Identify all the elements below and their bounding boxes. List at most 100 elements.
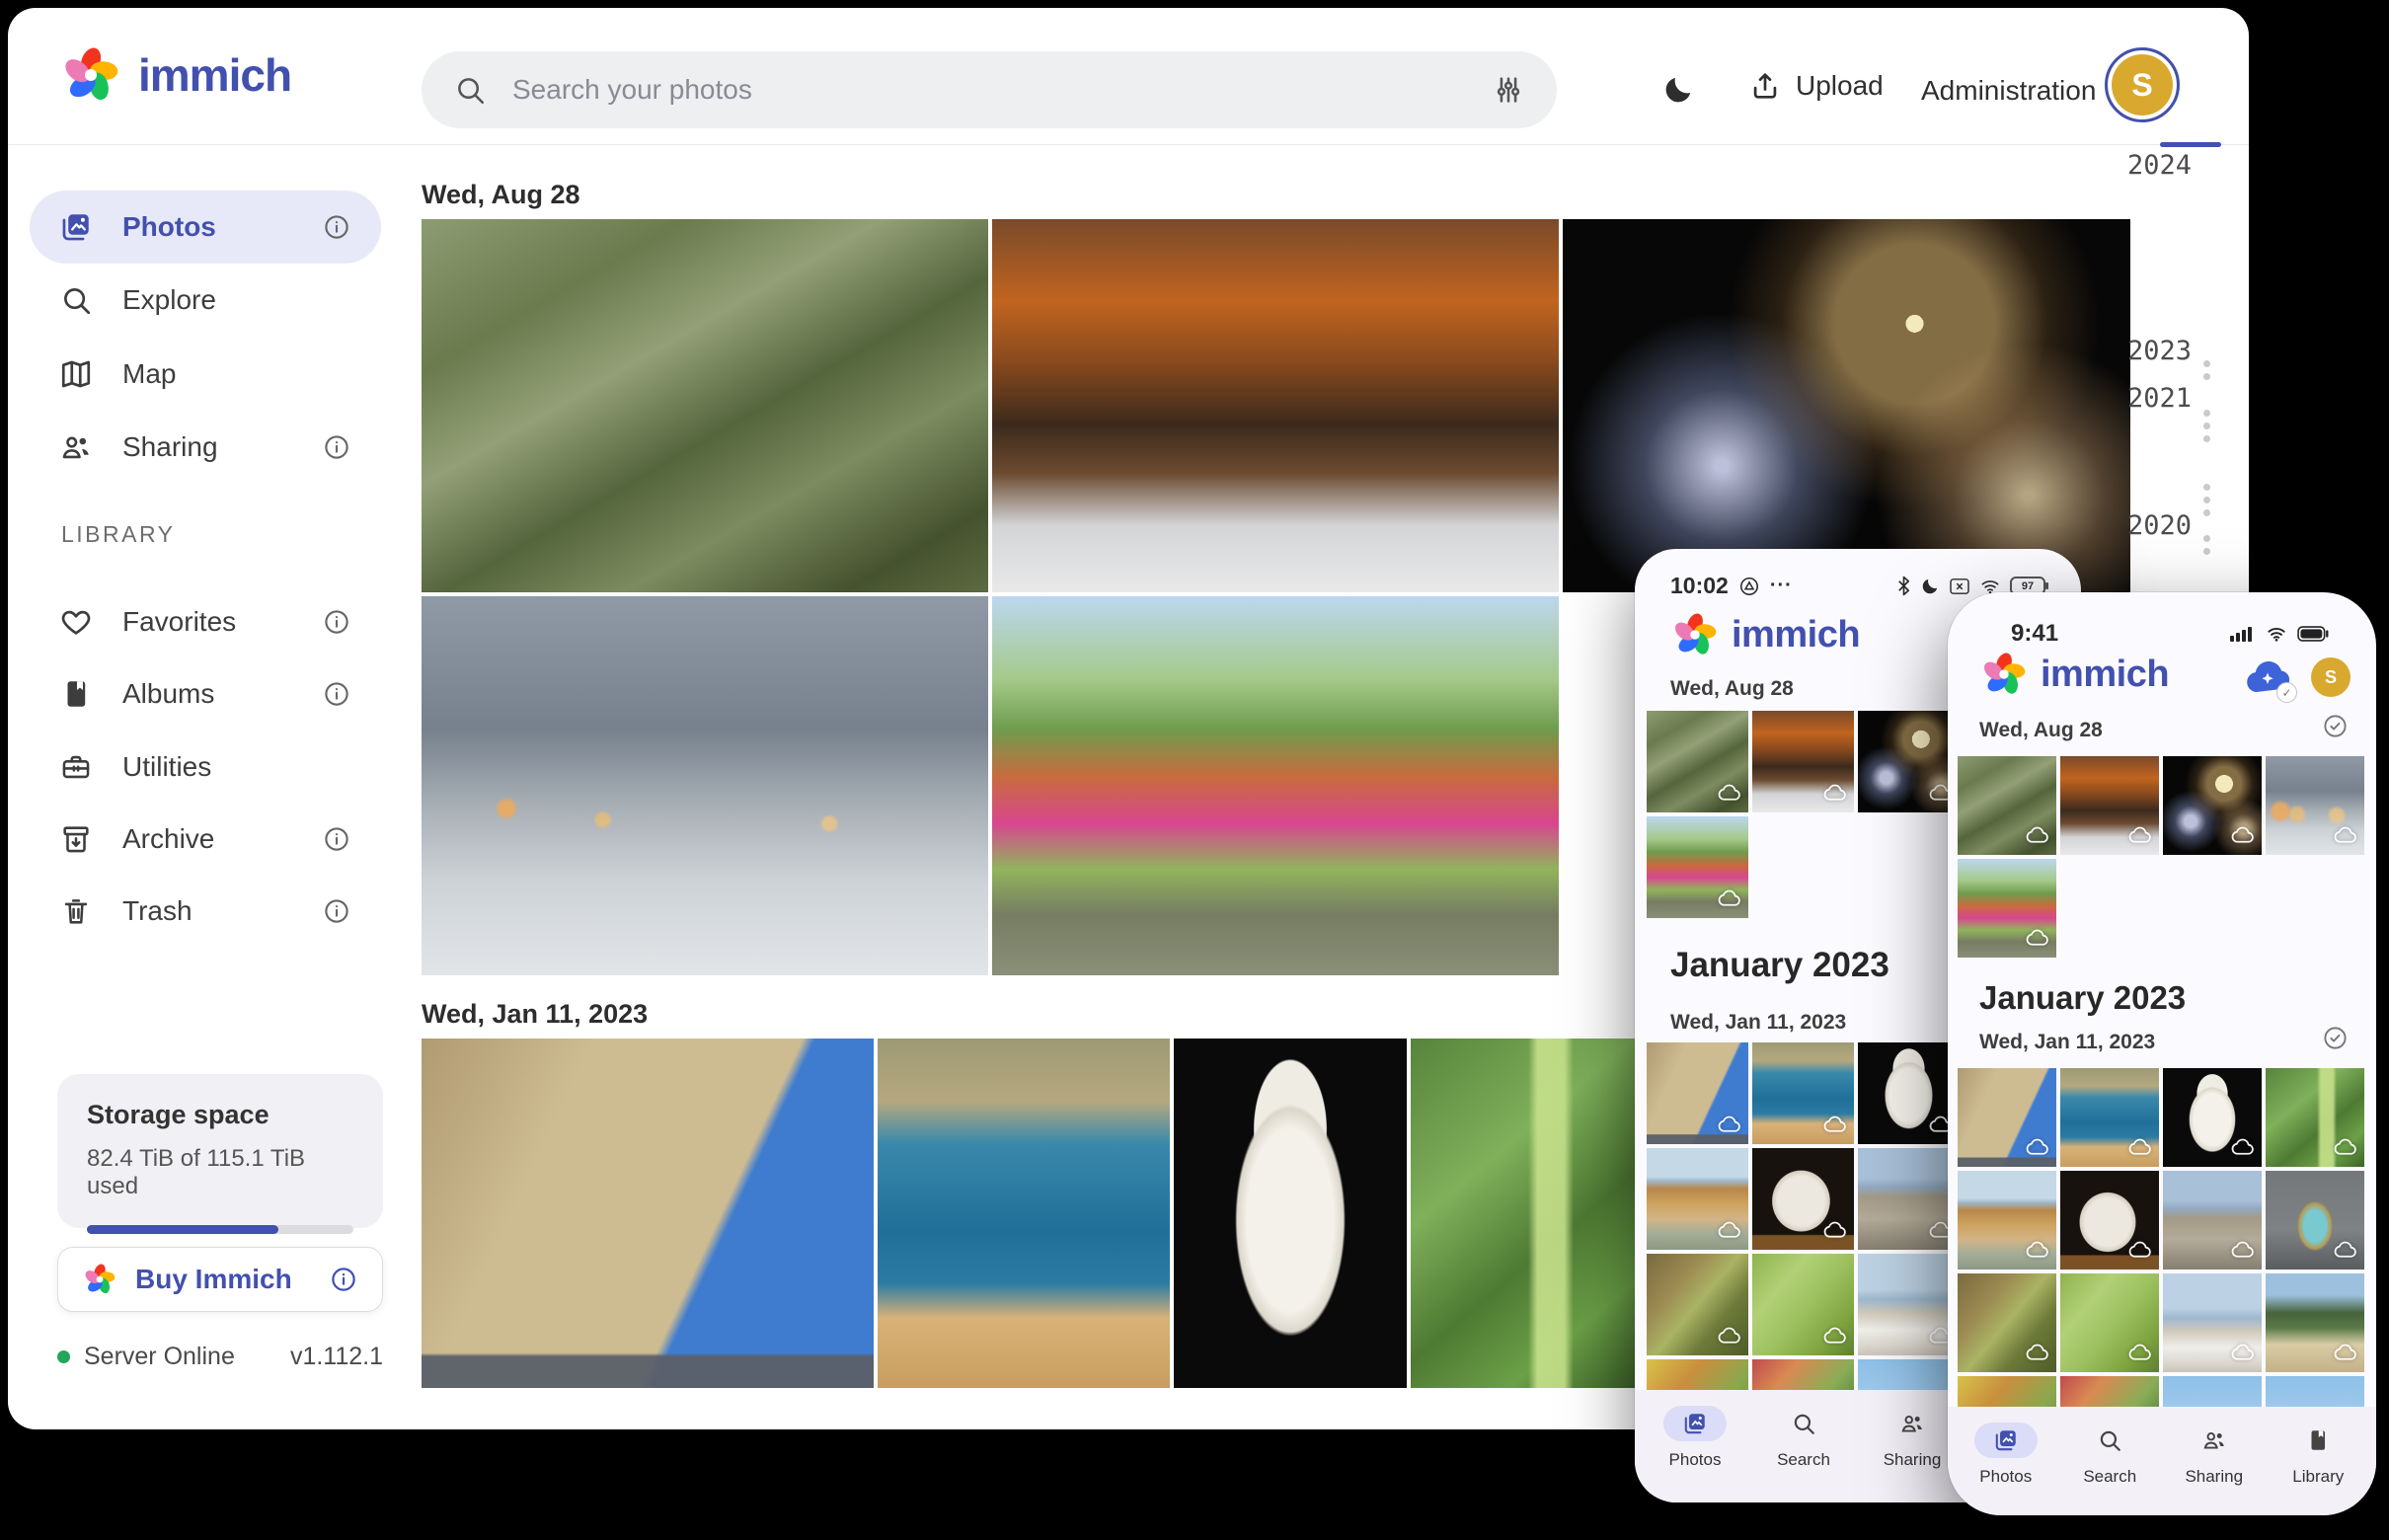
- photo-coast[interactable]: [1752, 1042, 1854, 1144]
- sidebar-item-trash[interactable]: Trash: [30, 875, 381, 948]
- photo-cliff[interactable]: [1958, 1171, 2056, 1270]
- photo-dinner[interactable]: [2060, 756, 2159, 855]
- photo-castle[interactable]: [1958, 1068, 2056, 1167]
- timeline-year-label[interactable]: 2024: [2126, 150, 2192, 181]
- nav-photos[interactable]: Photos: [1641, 1406, 1749, 1502]
- nav-photos[interactable]: Photos: [1954, 1423, 2058, 1515]
- sidebar-item-utilities[interactable]: Utilities: [30, 731, 381, 804]
- sidebar-item-sharing[interactable]: Sharing: [30, 411, 381, 484]
- photo-stone[interactable]: [2060, 1171, 2159, 1270]
- nav-label: Sharing: [1884, 1450, 1942, 1470]
- date-group-header: Wed, Jan 11, 2023: [1670, 1011, 1846, 1035]
- info-icon[interactable]: [322, 212, 351, 242]
- photo-bust[interactable]: [1174, 1039, 1407, 1388]
- photo-fireworks[interactable]: [2163, 756, 2262, 855]
- photo-castle[interactable]: [422, 1039, 874, 1388]
- info-icon[interactable]: [322, 896, 351, 926]
- upload-label: Upload: [1796, 70, 1884, 102]
- photo-lizard2[interactable]: [1752, 1254, 1854, 1355]
- nav-sharing[interactable]: Sharing: [2162, 1423, 2267, 1515]
- filter-sliders-icon[interactable]: [1492, 73, 1525, 107]
- photo-ruins[interactable]: [1858, 1148, 1960, 1250]
- photo-coast[interactable]: [878, 1039, 1170, 1388]
- timeline-year-label[interactable]: 2023: [2126, 336, 2192, 366]
- photo-lizard1[interactable]: [1647, 1254, 1748, 1355]
- info-icon[interactable]: [322, 824, 351, 854]
- photo-lizard1[interactable]: [1958, 1273, 2056, 1372]
- date-group-header: Wed, Aug 28: [1979, 719, 2103, 742]
- photo-castle[interactable]: [1647, 1042, 1748, 1144]
- timeline-year-label[interactable]: 2020: [2126, 510, 2192, 541]
- sidebar-item-albums[interactable]: Albums: [30, 657, 381, 731]
- sidebar-item-explore[interactable]: Explore: [30, 264, 381, 337]
- avatar-initial: S: [2325, 667, 2337, 688]
- photo-park[interactable]: [1958, 859, 2056, 958]
- cloud-backup-icon: [2025, 1238, 2049, 1263]
- photo-bust[interactable]: [2163, 1068, 2262, 1167]
- storage-space-card: Storage space 82.4 TiB of 115.1 TiB used: [57, 1074, 383, 1228]
- search-bar[interactable]: [422, 51, 1557, 128]
- cloud-backup-icon: [2025, 1341, 2049, 1365]
- select-all-check-icon[interactable]: [2322, 713, 2349, 739]
- buy-immich-button[interactable]: Buy Immich: [57, 1247, 383, 1312]
- sidebar-item-map[interactable]: Map: [30, 338, 381, 411]
- sidebar-item-favorites[interactable]: Favorites: [30, 585, 381, 658]
- user-avatar[interactable]: S: [2105, 47, 2180, 122]
- administration-link[interactable]: Administration: [1921, 75, 2096, 107]
- photo-monkeys[interactable]: [1958, 756, 2056, 855]
- photo-trophy[interactable]: [2266, 1171, 2364, 1270]
- photo-grapes[interactable]: [2266, 1068, 2364, 1167]
- immich-logo-icon: [1670, 610, 1720, 659]
- storage-title: Storage space: [87, 1100, 353, 1130]
- backup-sync-cloud-icon[interactable]: ✓: [2242, 655, 2293, 699]
- photo-village[interactable]: [2266, 1273, 2364, 1372]
- theme-toggle-button[interactable]: [1661, 73, 1695, 107]
- search-input[interactable]: [512, 74, 1466, 106]
- cloud-backup-icon: [2127, 823, 2152, 848]
- cloud-backup-icon: [1717, 781, 1741, 806]
- sidebar-label: Explore: [122, 284, 216, 316]
- photo-monkeys[interactable]: [422, 219, 988, 592]
- info-icon[interactable]: [322, 432, 351, 462]
- photo-hands[interactable]: [422, 596, 988, 975]
- photo-park[interactable]: [992, 596, 1559, 975]
- sidebar-item-photos[interactable]: Photos: [30, 191, 381, 264]
- photo-stone[interactable]: [1752, 1148, 1854, 1250]
- nav-search[interactable]: Search: [2058, 1423, 2163, 1515]
- photo-bust[interactable]: [1858, 1042, 1960, 1144]
- photos-icon: [1682, 1411, 1708, 1436]
- nav-library[interactable]: Library: [2267, 1423, 2371, 1515]
- avatar-initial: S: [2131, 67, 2152, 104]
- photo-hands[interactable]: [2266, 756, 2364, 855]
- photo-fireworks[interactable]: [1858, 711, 1960, 812]
- photo-church[interactable]: [1858, 1254, 1960, 1355]
- immich-logo[interactable]: immich: [59, 43, 291, 107]
- upload-button[interactable]: Upload: [1748, 69, 1884, 103]
- select-all-check-icon[interactable]: [2322, 1025, 2349, 1051]
- photo-lizard2[interactable]: [2060, 1273, 2159, 1372]
- nav-label: Library: [2292, 1467, 2344, 1487]
- info-icon[interactable]: [322, 607, 351, 637]
- timeline-dot: [2203, 410, 2210, 417]
- photo-ruins[interactable]: [2163, 1171, 2262, 1270]
- user-avatar[interactable]: S: [2311, 657, 2350, 697]
- photo-park[interactable]: [1647, 816, 1748, 918]
- info-icon[interactable]: [329, 1265, 358, 1294]
- sidebar-item-archive[interactable]: Archive: [30, 803, 381, 876]
- status-bar: 9:41: [1948, 620, 2376, 648]
- search-icon: [1791, 1411, 1816, 1436]
- photo-dinner[interactable]: [1752, 711, 1854, 812]
- timeline-year-label[interactable]: 2021: [2126, 383, 2192, 414]
- cloud-backup-icon: [2230, 1341, 2255, 1365]
- nav-label: Photos: [1979, 1467, 2032, 1487]
- photo-coast[interactable]: [2060, 1068, 2159, 1167]
- brand-wordmark: immich: [2041, 654, 2169, 696]
- nav-search[interactable]: Search: [1749, 1406, 1858, 1502]
- photo-monkeys[interactable]: [1647, 711, 1748, 812]
- photo-fireworks[interactable]: [1563, 219, 2130, 592]
- photo-grapes[interactable]: [1411, 1039, 1637, 1388]
- photo-cliff[interactable]: [1647, 1148, 1748, 1250]
- info-icon[interactable]: [322, 679, 351, 709]
- photo-church[interactable]: [2163, 1273, 2262, 1372]
- photo-dinner[interactable]: [992, 219, 1559, 592]
